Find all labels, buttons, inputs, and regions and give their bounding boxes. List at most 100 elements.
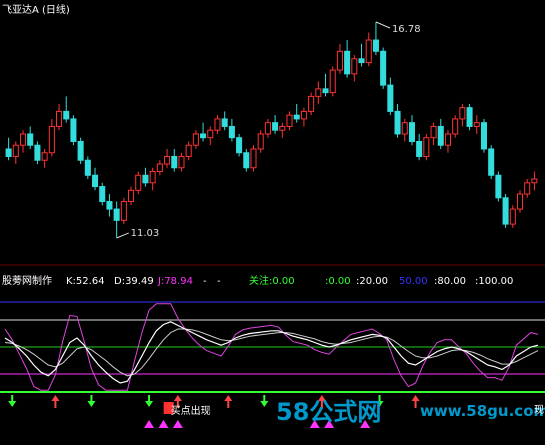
candle-body [502,197,509,225]
signal-triangle [144,420,155,428]
candle-body [437,125,444,146]
candle-body [63,110,70,120]
candle-body [128,189,135,203]
buy-arrow-head [411,395,420,401]
buy-arrow-head [51,395,60,401]
candle-body [480,122,488,150]
candle-body [41,152,48,161]
candle-body [92,174,99,188]
candle-body [531,178,538,184]
candle-body [264,122,271,135]
indicator-header: 股蒡网制作 K:52.64 D:39.49 J:78.94- - 关注:0.00:0.0… [2,274,513,287]
candle-body [113,208,120,221]
candle-body [27,133,34,146]
candle-body [358,58,365,64]
candle-body [250,148,257,169]
candle-body [48,125,55,154]
candle-body [99,186,106,203]
candle-body [444,133,451,146]
candle-body [200,133,207,139]
candle-body [236,137,243,154]
low-price-label: 11.03 [131,228,160,239]
edge-text: 现 [534,404,544,416]
sell-arrow-head [145,401,154,407]
indicator-name: 股蒡网制作 [2,274,52,287]
candle-body [315,88,322,97]
candle-body [192,133,199,146]
candle-body [516,193,524,210]
buy-arrow-head [224,395,233,401]
signal-triangle [158,420,169,428]
candle-body [423,137,430,157]
candle-body [351,58,358,75]
candle-body [387,84,394,112]
reference-lines [0,301,545,393]
candle-body [207,129,214,139]
indicator-value-label: :20.00 [356,276,388,287]
indicator-value-label: K:52.64 [66,276,105,287]
watermark: 58公式网 www.58gu.com [276,398,545,426]
indicator-value-label: :80.00 [434,276,466,287]
candle-body [164,155,171,165]
indicator-value-label: D:39.49 [114,276,154,287]
candle-body [142,174,149,184]
candle-body [293,114,300,120]
low-pointer [116,232,129,239]
candle-body [34,144,41,161]
kline-chart: 飞亚达A (日线) 16.78 11.03 股蒡网制作 K:52.64 D:39.… [0,3,545,428]
watermark-main: 58公式网 [276,398,381,426]
candle-body [185,144,192,157]
candle-body [300,110,307,120]
candle-body [495,174,502,199]
indicator-value-label: 关注:0.00 [249,274,295,287]
indicator-value-label: 50.00 [399,276,428,287]
candle-body [430,125,437,139]
candle-body [452,118,459,135]
candle-body [286,114,293,127]
buy-arrow-head [173,395,182,401]
candle-body [329,69,336,94]
candle-body [120,201,127,221]
candle-body [19,133,27,146]
candle-body [178,155,185,169]
buy-point-label: 买点出现 [171,404,211,417]
candle-body [272,122,279,131]
candle-body [55,110,63,127]
candle-body [221,118,228,127]
candle-body [149,171,156,184]
candle-body [308,95,315,112]
candle-body [171,155,178,169]
indicator-value-label: :100.00 [475,276,513,287]
candle-body [394,110,401,135]
high-price-label: 16.78 [392,24,421,35]
candle-body [12,144,19,157]
candle-body [380,50,387,86]
candle-body [77,140,84,161]
candle-body [257,133,264,150]
candle-body [466,107,473,127]
candle-body [84,159,91,176]
signal-triangle [172,420,183,428]
sell-arrow-head [260,401,269,407]
candle-body [70,118,77,142]
candle-body [243,152,250,169]
candle-body [372,39,379,52]
watermark-url: www.58gu.com [420,402,545,420]
indicator-value-label: - [203,276,207,287]
candle-body [279,125,286,131]
candle-body [336,50,343,71]
candle-body [322,88,329,94]
candle-body [524,182,531,195]
indicator-value-label: J:78.94 [157,276,193,287]
candle-body [416,140,423,157]
sell-arrow-head [87,401,96,407]
d-line [4,328,539,377]
chart-root: 飞亚达A (日线) 16.78 11.03 股蒡网制作 K:52.64 D:39.… [0,0,545,445]
candle-body [473,122,480,127]
sell-arrow-head [8,401,17,407]
candle-body [344,50,351,75]
high-pointer [375,21,391,29]
indicator-value-label: - [217,276,221,287]
candle-body [365,39,372,64]
candle-body [459,107,466,120]
